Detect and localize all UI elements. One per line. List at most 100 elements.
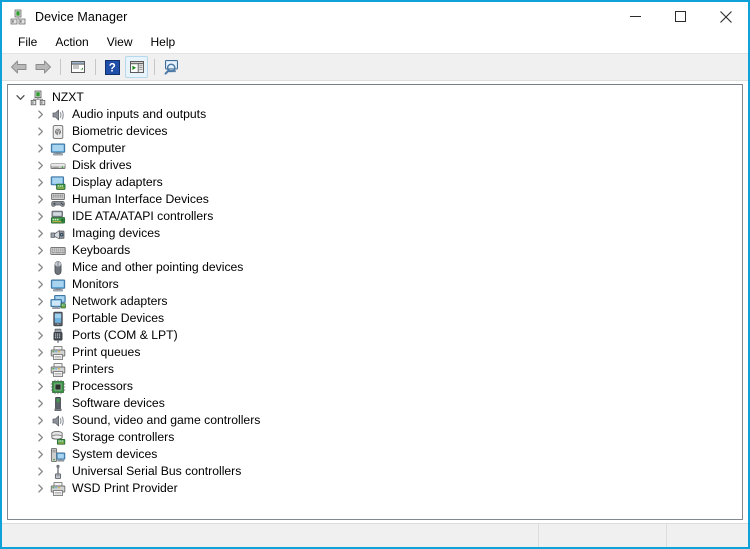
tree-item-label: System devices [72,446,157,463]
chevron-right-icon[interactable] [32,225,48,242]
chevron-right-icon[interactable] [32,344,48,361]
tree-item-label: Display adapters [72,174,163,191]
tree-item-row[interactable]: Disk drives [8,157,742,174]
status-bar [2,523,748,547]
disk-drive-icon [50,158,66,174]
scan-for-hardware-changes-button[interactable] [160,56,183,78]
tree-item-row[interactable]: Print queues [8,344,742,361]
tree-item-row[interactable]: Printers [8,361,742,378]
tree-item-row[interactable]: Imaging devices [8,225,742,242]
tree-item-label: Printers [72,361,114,378]
chevron-right-icon[interactable] [32,106,48,123]
speaker-icon [50,413,66,429]
tree-item-label: Disk drives [72,157,132,174]
printer-icon [50,481,66,497]
chevron-right-icon[interactable] [32,463,48,480]
tree-item-row[interactable]: Human Interface Devices [8,191,742,208]
chevron-right-icon[interactable] [32,480,48,497]
close-icon [720,11,732,23]
tree-item-row[interactable]: Processors [8,378,742,395]
tree-item-row[interactable]: Keyboards [8,242,742,259]
toolbar: ? [2,53,748,81]
chevron-right-icon[interactable] [32,191,48,208]
tree-item-row[interactable]: Display adapters [8,174,742,191]
chevron-right-icon[interactable] [32,412,48,429]
tree-item-row[interactable]: Audio inputs and outputs [8,106,742,123]
chevron-right-icon[interactable] [32,327,48,344]
chevron-right-icon[interactable] [32,276,48,293]
tree-item-label: Sound, video and game controllers [72,412,260,429]
tree-item-row[interactable]: Sound, video and game controllers [8,412,742,429]
tree-item-row[interactable]: Ports (COM & LPT) [8,327,742,344]
chevron-right-icon[interactable] [32,140,48,157]
tree-children: Audio inputs and outputsBiometric device… [8,106,742,497]
tree-item-label: Portable Devices [72,310,164,327]
back-arrow-icon [10,59,28,75]
tree-item-row[interactable]: Computer [8,140,742,157]
menu-bar: File Action View Help [2,31,748,53]
help-button[interactable]: ? [101,56,124,78]
status-tertiary [667,524,748,547]
chevron-right-icon[interactable] [32,123,48,140]
monitor-icon [50,141,66,157]
monitor-icon [50,277,66,293]
tree-item-label: Biometric devices [72,123,168,140]
close-button[interactable] [703,2,748,31]
chevron-right-icon[interactable] [32,378,48,395]
computer-root-icon [30,90,46,106]
minimize-icon [630,11,641,22]
tree-item-row[interactable]: Biometric devices [8,123,742,140]
properties-button[interactable] [66,56,89,78]
ide-controller-icon [50,209,66,225]
menu-item-action[interactable]: Action [46,33,97,52]
port-icon [50,328,66,344]
tree-item-row[interactable]: Mice and other pointing devices [8,259,742,276]
tree-item-row[interactable]: IDE ATA/ATAPI controllers [8,208,742,225]
tree-item-row[interactable]: Network adapters [8,293,742,310]
chevron-right-icon[interactable] [32,395,48,412]
help-icon: ? [105,60,120,75]
chevron-right-icon[interactable] [32,259,48,276]
display-adapter-icon [50,175,66,191]
tree-item-row[interactable]: Storage controllers [8,429,742,446]
scan-hardware-icon [163,59,181,75]
menu-item-help[interactable]: Help [142,33,185,52]
tree-item-label: Universal Serial Bus controllers [72,463,241,480]
status-message [2,524,539,547]
tree-item-row[interactable]: Software devices [8,395,742,412]
tree-item-label: Imaging devices [72,225,160,242]
chevron-right-icon[interactable] [32,293,48,310]
tree-item-row[interactable]: Monitors [8,276,742,293]
tree-item-label: Computer [72,140,126,157]
device-tree-pane[interactable]: NZXT Audio inputs and outputsBiometric d… [7,84,743,520]
svg-text:?: ? [109,62,116,74]
chevron-right-icon[interactable] [32,208,48,225]
chevron-right-icon[interactable] [32,242,48,259]
tree-item-row[interactable]: System devices [8,446,742,463]
tree-item-row[interactable]: Portable Devices [8,310,742,327]
tree-item-label: WSD Print Provider [72,480,178,497]
menu-item-view[interactable]: View [98,33,142,52]
forward-button[interactable] [31,56,54,78]
tree-root-row[interactable]: NZXT [8,89,742,106]
chevron-right-icon[interactable] [32,429,48,446]
back-button[interactable] [7,56,30,78]
chevron-down-icon[interactable] [12,89,28,106]
tree-item-row[interactable]: Universal Serial Bus controllers [8,463,742,480]
forward-arrow-icon [34,59,52,75]
minimize-button[interactable] [613,2,658,31]
chevron-right-icon[interactable] [32,446,48,463]
maximize-button[interactable] [658,2,703,31]
menu-item-file[interactable]: File [9,33,46,52]
console-tree-icon [129,59,145,75]
chevron-right-icon[interactable] [32,157,48,174]
chevron-right-icon[interactable] [32,361,48,378]
show-hide-console-tree-button[interactable] [125,56,148,78]
title-bar: Device Manager [2,2,748,31]
chevron-right-icon[interactable] [32,174,48,191]
chevron-right-icon[interactable] [32,310,48,327]
toolbar-separator-1 [60,59,61,75]
tree-item-row[interactable]: WSD Print Provider [8,480,742,497]
keyboard-icon [50,243,66,259]
tree-item-label: IDE ATA/ATAPI controllers [72,208,213,225]
